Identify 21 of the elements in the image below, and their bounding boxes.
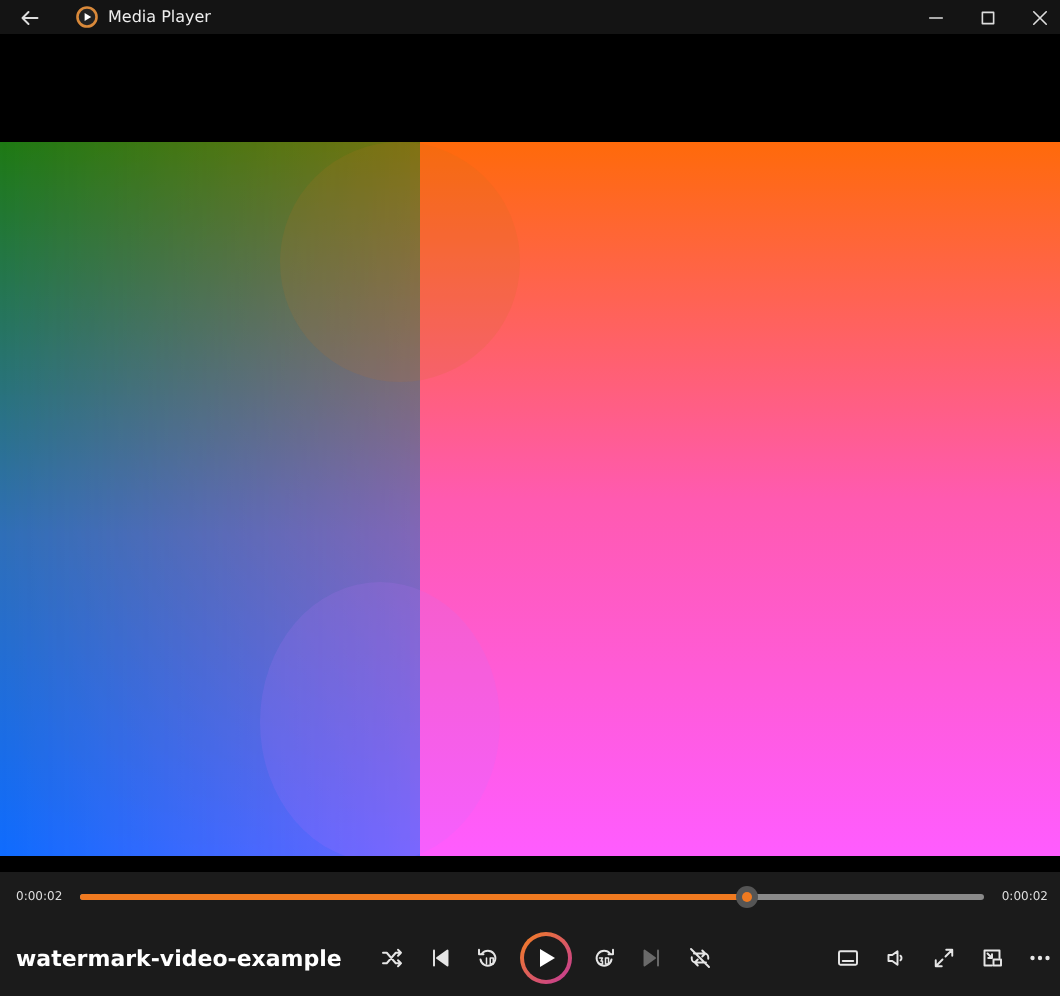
miniplayer-icon xyxy=(980,946,1004,970)
shuffle-icon xyxy=(380,946,404,970)
seek-handle[interactable] xyxy=(735,885,758,907)
fullscreen-icon xyxy=(932,946,956,970)
close-icon xyxy=(1030,7,1050,27)
repeat-button[interactable] xyxy=(684,942,716,974)
back-arrow-icon xyxy=(18,5,42,29)
captions-icon xyxy=(836,946,860,970)
play-button[interactable] xyxy=(520,932,572,984)
close-button[interactable] xyxy=(1028,5,1052,29)
play-icon xyxy=(534,946,558,970)
previous-icon xyxy=(428,946,452,970)
app-icon xyxy=(76,6,98,28)
rewind-icon xyxy=(476,946,500,970)
window-title: Media Player xyxy=(108,8,213,26)
maximize-icon xyxy=(978,7,998,27)
media-title: watermark-video-example xyxy=(16,945,344,971)
speaker-icon xyxy=(884,946,908,970)
next-icon xyxy=(640,946,664,970)
repeat-off-icon xyxy=(688,946,712,970)
forward-icon xyxy=(592,946,616,970)
